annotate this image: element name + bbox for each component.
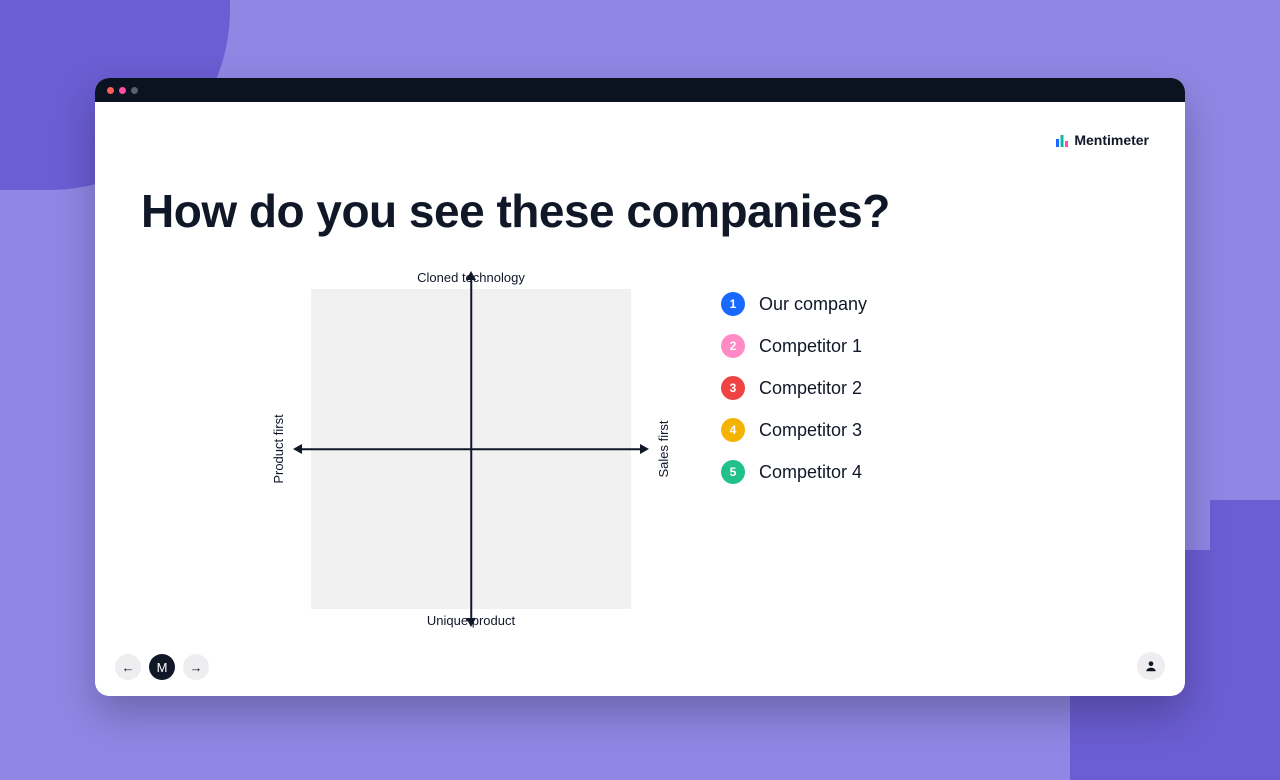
- matrix-plot-area[interactable]: Product first Sales first: [311, 289, 631, 609]
- axis-label-left: Product first: [271, 414, 286, 483]
- legend-badge: 5: [721, 460, 745, 484]
- slide-title: How do you see these companies?: [141, 184, 1139, 238]
- window-minimize-icon[interactable]: [119, 87, 126, 94]
- legend: 1 Our company 2 Competitor 1 3 Competitor 2 4C…: [721, 292, 867, 484]
- axis-vertical: [470, 275, 472, 623]
- legend-badge: 3: [721, 376, 745, 400]
- legend-badge: 4: [721, 418, 745, 442]
- slide-content: Mentimeter How do you see these companie…: [95, 102, 1185, 696]
- legend-label: Competitor 2: [759, 378, 862, 399]
- legend-badge: 2: [721, 334, 745, 358]
- window-zoom-icon[interactable]: [131, 87, 138, 94]
- arrow-left-icon: ←: [122, 660, 135, 675]
- mentimeter-icon: [1056, 134, 1068, 146]
- legend-label: Competitor 1: [759, 336, 862, 357]
- brand-logo: Mentimeter: [1056, 132, 1149, 148]
- logo-glyph: M: [157, 660, 168, 675]
- arrow-left-icon: [293, 444, 302, 454]
- logo-button[interactable]: M: [149, 654, 175, 680]
- browser-window: Mentimeter How do you see these companie…: [95, 78, 1185, 696]
- legend-item[interactable]: 2 Competitor 1: [721, 334, 867, 358]
- legend-item[interactable]: 5 Competitor 4: [721, 460, 867, 484]
- legend-label: Our company: [759, 294, 867, 315]
- legend-label: Competitor 4: [759, 462, 862, 483]
- prev-button[interactable]: ←: [115, 654, 141, 680]
- legend-label: Competitor 3: [759, 420, 862, 441]
- arrow-up-icon: [466, 271, 476, 280]
- user-button[interactable]: [1137, 652, 1165, 680]
- legend-item[interactable]: 4 Competitor 3: [721, 418, 867, 442]
- arrow-right-icon: →: [190, 660, 203, 675]
- arrow-right-icon: [640, 444, 649, 454]
- window-titlebar: [95, 78, 1185, 102]
- nav-controls: ← M →: [115, 654, 209, 680]
- user-icon: [1144, 659, 1158, 673]
- next-button[interactable]: →: [183, 654, 209, 680]
- legend-item[interactable]: 1 Our company: [721, 292, 867, 316]
- two-by-two-matrix: Cloned technology Product first Sales fi…: [281, 266, 661, 632]
- arrow-down-icon: [466, 618, 476, 627]
- axis-label-right: Sales first: [656, 420, 671, 477]
- legend-badge: 1: [721, 292, 745, 316]
- window-close-icon[interactable]: [107, 87, 114, 94]
- brand-name: Mentimeter: [1074, 132, 1149, 148]
- legend-item[interactable]: 3 Competitor 2: [721, 376, 867, 400]
